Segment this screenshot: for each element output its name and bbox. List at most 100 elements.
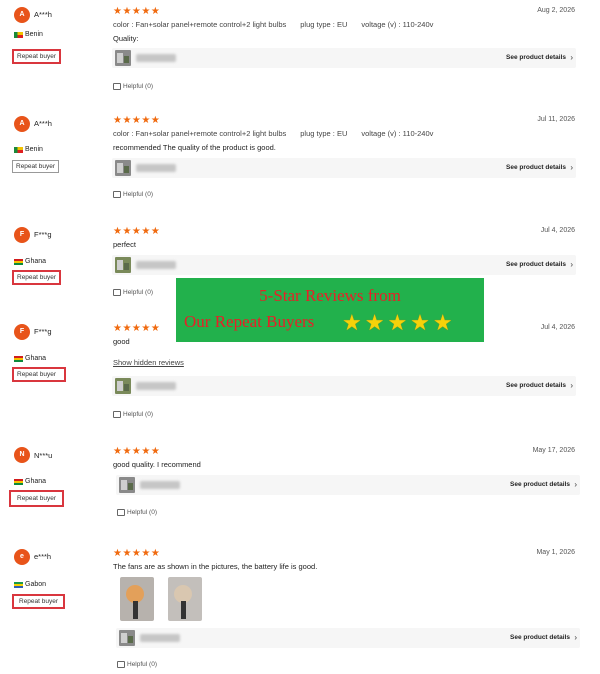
chevron-right-icon: › <box>574 633 577 642</box>
review-date: Jul 11, 2026 <box>537 116 575 123</box>
review-date: Jul 4, 2026 <box>540 227 575 234</box>
product-specs: color : Fan+solar panel+remote control+2… <box>113 129 434 138</box>
reviewer-country: Ghana <box>14 355 46 362</box>
repeat-buyer-badge: Repeat buyer <box>12 367 67 382</box>
see-product-details-link[interactable]: See product details <box>506 54 566 61</box>
ghana-flag-icon <box>14 355 23 362</box>
reviewer-name: e***h <box>34 552 52 561</box>
review-text: perfect <box>113 240 136 249</box>
banner-title-line2: Our Repeat Buyers <box>184 312 315 331</box>
helpful-button[interactable]: Helpful (0) <box>117 509 157 516</box>
product-specs: color : Fan+solar panel+remote control+2… <box>113 20 434 29</box>
benin-flag-icon <box>14 31 23 38</box>
reviewer-name: A***h <box>34 119 52 128</box>
reviewer-name: N***u <box>34 451 53 460</box>
product-thumbnail <box>115 50 131 66</box>
see-product-details-link[interactable]: See product details <box>506 261 566 268</box>
chevron-right-icon: › <box>574 480 577 489</box>
avatar: F <box>14 227 30 243</box>
thumbs-up-icon <box>113 83 121 90</box>
thumbs-up-icon <box>117 661 125 668</box>
product-thumbnail <box>119 477 135 493</box>
see-product-details-link[interactable]: See product details <box>506 164 566 171</box>
see-product-details-link[interactable]: See product details <box>510 481 570 488</box>
review-text: The fans are as shown in the pictures, t… <box>113 562 318 571</box>
review-item: N N***u Ghana Repeat buyer ★★★★★ May 17,… <box>0 447 600 527</box>
product-link[interactable]: See product details › <box>112 376 576 396</box>
product-link[interactable]: See product details › <box>112 158 576 178</box>
blurred-product-name <box>136 382 176 390</box>
star-rating: ★★★★★ <box>113 226 161 237</box>
avatar: A <box>14 7 30 23</box>
reviewer-country: Gabon <box>14 581 46 588</box>
helpful-button[interactable]: Helpful (0) <box>117 661 157 668</box>
product-thumbnail <box>115 160 131 176</box>
reviewer-name: A***h <box>34 10 52 19</box>
chevron-right-icon: › <box>570 53 573 62</box>
reviewer-country: Ghana <box>14 478 46 485</box>
review-date: Aug 2, 2026 <box>537 7 575 14</box>
ghana-flag-icon <box>14 478 23 485</box>
product-link[interactable]: See product details › <box>116 628 580 648</box>
repeat-buyer-badge: Repeat buyer <box>12 160 60 173</box>
repeat-buyer-badge: Repeat buyer <box>12 270 62 285</box>
review-date: Jul 4, 2026 <box>540 324 575 331</box>
review-text: recommended The quality of the product i… <box>113 143 276 152</box>
blurred-product-name <box>140 481 180 489</box>
chevron-right-icon: › <box>570 260 573 269</box>
repeat-buyer-badge: Repeat buyer <box>12 49 62 64</box>
review-photo[interactable] <box>168 577 202 621</box>
repeat-buyer-badge: Repeat buyer <box>9 490 65 507</box>
gabon-flag-icon <box>14 581 23 588</box>
avatar: F <box>14 324 30 340</box>
blurred-product-name <box>136 54 176 62</box>
repeat-buyer-badge: Repeat buyer <box>12 594 66 609</box>
review-text: Quality: <box>113 34 139 43</box>
helpful-button[interactable]: Helpful (0) <box>113 83 153 90</box>
reviewer-country: Ghana <box>14 258 46 265</box>
see-product-details-link[interactable]: See product details <box>510 634 570 641</box>
blurred-product-name <box>136 261 176 269</box>
benin-flag-icon <box>14 146 23 153</box>
product-link[interactable]: See product details › <box>112 255 576 275</box>
banner-stars-icon: ★★★★★ <box>342 310 456 335</box>
review-text: good <box>113 337 130 346</box>
thumbs-up-icon <box>113 411 121 418</box>
avatar: A <box>14 116 30 132</box>
see-product-details-link[interactable]: See product details <box>506 382 566 389</box>
avatar: e <box>14 549 30 565</box>
blurred-product-name <box>140 634 180 642</box>
avatar: N <box>14 447 30 463</box>
product-thumbnail <box>119 630 135 646</box>
helpful-button[interactable]: Helpful (0) <box>113 411 153 418</box>
ghana-flag-icon <box>14 258 23 265</box>
thumbs-up-icon <box>113 289 121 296</box>
reviewer-country: Benin <box>14 31 43 38</box>
star-rating: ★★★★★ <box>113 548 161 559</box>
product-link[interactable]: See product details › <box>112 48 576 68</box>
product-thumbnail <box>115 257 131 273</box>
repeat-buyers-banner: 5-Star Reviews from Our Repeat Buyers ★★… <box>176 278 484 342</box>
review-date: May 1, 2026 <box>536 549 575 556</box>
product-thumbnail <box>115 378 131 394</box>
thumbs-up-icon <box>113 191 121 198</box>
helpful-button[interactable]: Helpful (0) <box>113 191 153 198</box>
review-photo[interactable] <box>120 577 154 621</box>
chevron-right-icon: › <box>570 163 573 172</box>
reviewer-name: F***g <box>34 327 52 336</box>
review-item: A A***h Benin Repeat buyer ★★★★★ Aug 2, … <box>0 7 600 97</box>
star-rating: ★★★★★ <box>113 323 161 334</box>
review-text: good quality. I recommend <box>113 460 201 469</box>
star-rating: ★★★★★ <box>113 6 161 17</box>
reviewer-country: Benin <box>14 146 43 153</box>
review-item: e e***h Gabon Repeat buyer ★★★★★ May 1, … <box>0 549 600 671</box>
chevron-right-icon: › <box>570 381 573 390</box>
star-rating: ★★★★★ <box>113 115 161 126</box>
blurred-product-name <box>136 164 176 172</box>
product-link[interactable]: See product details › <box>116 475 580 495</box>
show-hidden-reviews-link[interactable]: Show hidden reviews <box>113 358 184 367</box>
helpful-button[interactable]: Helpful (0) <box>113 289 153 296</box>
review-date: May 17, 2026 <box>532 447 575 454</box>
star-rating: ★★★★★ <box>113 446 161 457</box>
review-item: A A***h Benin Repeat buyer ★★★★★ Jul 11,… <box>0 116 600 206</box>
